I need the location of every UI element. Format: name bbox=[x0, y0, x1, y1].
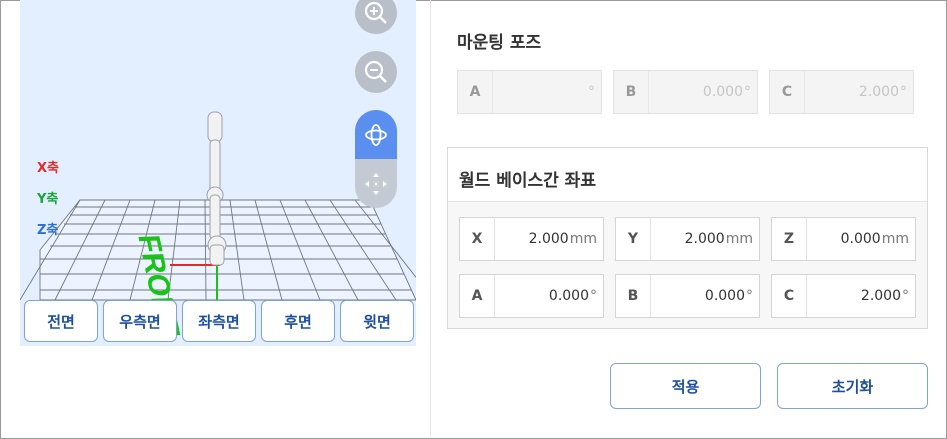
axis-z-label: Z축 bbox=[37, 223, 59, 238]
field-label: A bbox=[460, 275, 495, 317]
panel-divider bbox=[430, 0, 431, 437]
robot-arm bbox=[206, 111, 227, 266]
axis-x-label: X축 bbox=[37, 161, 59, 176]
reset-button[interactable]: 초기화 bbox=[777, 363, 928, 409]
zoom-in-icon bbox=[364, 1, 387, 24]
field-label: Z bbox=[772, 218, 807, 260]
field-value[interactable]: 2.000 bbox=[861, 288, 901, 304]
mounting-a-field: A ° bbox=[457, 70, 602, 114]
mounting-pose-title: 마운팅 포즈 bbox=[457, 33, 542, 53]
view-mode-toggle bbox=[355, 110, 397, 208]
axis-y-label: Y축 bbox=[37, 192, 59, 207]
field-value[interactable]: 2.000 bbox=[685, 231, 725, 247]
zoom-out-icon bbox=[364, 60, 387, 83]
zoom-out-button[interactable] bbox=[355, 51, 397, 93]
move-mode-button[interactable] bbox=[355, 159, 397, 208]
field-unit: ° bbox=[744, 84, 751, 100]
field-value[interactable]: 0.000 bbox=[705, 288, 745, 304]
rotate-3d-icon bbox=[365, 123, 387, 146]
field-label: B bbox=[616, 275, 651, 317]
apply-button[interactable]: 적용 bbox=[610, 363, 761, 409]
field-unit: mm bbox=[881, 231, 909, 247]
field-value[interactable]: 0.000 bbox=[549, 288, 589, 304]
view-front-button[interactable]: 전면 bbox=[24, 300, 98, 342]
field-unit: mm bbox=[569, 231, 597, 247]
world-x-field[interactable]: X 2.000 mm bbox=[459, 217, 604, 261]
field-label: A bbox=[458, 71, 493, 113]
world-c-field[interactable]: C 2.000 ° bbox=[771, 274, 916, 318]
world-b-field[interactable]: B 0.000 ° bbox=[615, 274, 760, 318]
field-unit: ° bbox=[902, 288, 909, 304]
world-y-field[interactable]: Y 2.000 mm bbox=[615, 217, 760, 261]
world-a-field[interactable]: A 0.000 ° bbox=[459, 274, 604, 318]
field-label: B bbox=[614, 71, 649, 113]
field-value: 0.000 bbox=[702, 84, 743, 100]
field-value: 2.000 bbox=[858, 84, 899, 100]
view-back-button[interactable]: 후면 bbox=[261, 300, 335, 342]
field-label: X bbox=[460, 218, 495, 260]
view-right-button[interactable]: 우측면 bbox=[103, 300, 177, 342]
field-unit: ° bbox=[588, 84, 595, 100]
world-z-field[interactable]: Z 0.000 mm bbox=[771, 217, 916, 261]
robot-3d-viewport[interactable]: FRONT X축 Y축 Z축 전면 우측면 좌측면 후면 윗면 bbox=[20, 0, 416, 346]
rotate-mode-button[interactable] bbox=[355, 110, 397, 159]
mounting-c-field: C 2.000 ° bbox=[769, 70, 914, 114]
field-value[interactable]: 0.000 bbox=[841, 231, 881, 247]
move-arrows-icon bbox=[365, 172, 387, 195]
field-value[interactable]: 2.000 bbox=[529, 231, 569, 247]
view-top-button[interactable]: 윗면 bbox=[340, 300, 414, 342]
field-label: C bbox=[772, 275, 807, 317]
field-unit: mm bbox=[725, 231, 753, 247]
field-label: Y bbox=[616, 218, 651, 260]
field-unit: ° bbox=[746, 288, 753, 304]
mounting-b-field: B 0.000 ° bbox=[613, 70, 758, 114]
view-left-button[interactable]: 좌측면 bbox=[182, 300, 256, 342]
field-unit: ° bbox=[900, 84, 907, 100]
field-label: C bbox=[770, 71, 805, 113]
field-unit: ° bbox=[590, 288, 597, 304]
world-base-title: 월드 베이스간 좌표 bbox=[459, 171, 596, 191]
